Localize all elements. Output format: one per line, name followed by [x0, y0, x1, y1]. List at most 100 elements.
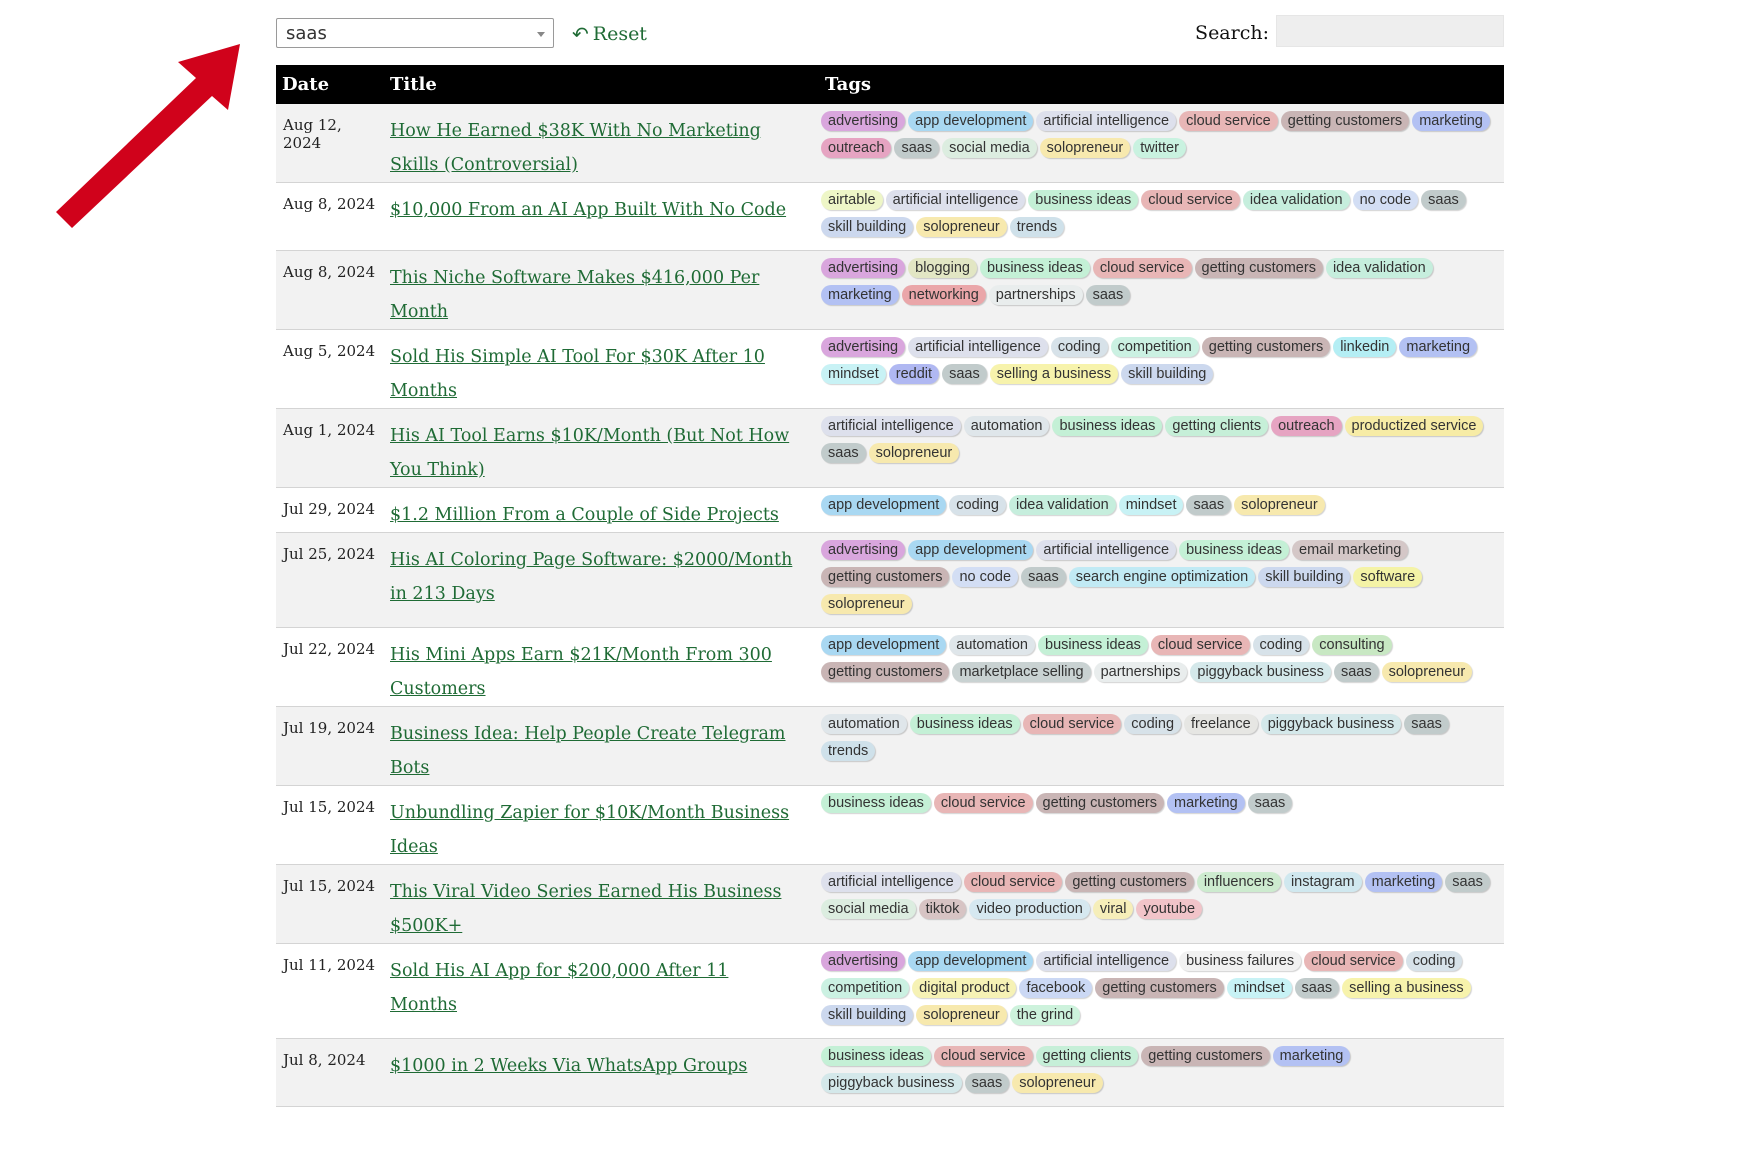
tag-chip[interactable]: idea validation	[1242, 190, 1350, 210]
tag-chip[interactable]: selling a business	[1342, 978, 1471, 998]
tag-chip[interactable]: idea validation	[1008, 495, 1116, 515]
tag-chip[interactable]: partnerships	[988, 285, 1083, 305]
tag-chip[interactable]: mindset	[821, 364, 886, 384]
tag-chip[interactable]: reddit	[888, 364, 940, 384]
tag-chip[interactable]: trends	[1009, 217, 1065, 237]
tag-chip[interactable]: partnerships	[1093, 662, 1188, 682]
tag-chip[interactable]: business ideas	[979, 258, 1090, 278]
tag-chip[interactable]: artificial intelligence	[1036, 111, 1177, 131]
tag-chip[interactable]: cloud service	[1092, 258, 1192, 278]
tag-chip[interactable]: influencers	[1196, 872, 1281, 892]
tag-chip[interactable]: artificial intelligence	[1036, 951, 1177, 971]
tag-chip[interactable]: solopreneur	[916, 217, 1007, 237]
tag-chip[interactable]: social media	[821, 899, 916, 919]
tag-chip[interactable]: tiktok	[918, 899, 967, 919]
row-title-link[interactable]: This Viral Video Series Earned His Busin…	[390, 882, 781, 936]
tag-chip[interactable]: saas	[894, 138, 940, 158]
tag-chip[interactable]: saas	[942, 364, 987, 384]
row-title-link[interactable]: How He Earned $38K With No Marketing Ski…	[390, 121, 761, 175]
tag-chip[interactable]: solopreneur	[868, 443, 960, 463]
tag-chip[interactable]: solopreneur	[1234, 495, 1325, 515]
tag-chip[interactable]: coding	[1050, 337, 1108, 357]
tag-chip[interactable]: piggyback business	[821, 1073, 962, 1093]
tag-chip[interactable]: business ideas	[1038, 635, 1148, 655]
tag-chip[interactable]: piggyback business	[1260, 714, 1402, 734]
tag-chip[interactable]: outreach	[821, 138, 892, 158]
tag-chip[interactable]: no code	[952, 567, 1019, 587]
tag-chip[interactable]: marketing	[1272, 1046, 1351, 1066]
tag-chip[interactable]: airtable	[821, 190, 883, 210]
tag-chip[interactable]: saas	[1294, 978, 1340, 998]
tag-chip[interactable]: app development	[821, 495, 947, 515]
tag-chip[interactable]: cloud service	[1022, 714, 1122, 734]
tag-chip[interactable]: getting customers	[821, 567, 950, 587]
tag-chip[interactable]: marketing	[1399, 337, 1478, 357]
tag-chip[interactable]: email marketing	[1292, 540, 1409, 560]
tag-chip[interactable]: advertising	[821, 951, 906, 971]
tag-chip[interactable]: cloud service	[933, 793, 1033, 813]
tag-chip[interactable]: mindset	[1226, 978, 1292, 998]
row-title-link[interactable]: Sold His AI App for $200,000 After 11 Mo…	[390, 961, 728, 1015]
tag-chip[interactable]: solopreneur	[1012, 1073, 1103, 1093]
tag-chip[interactable]: saas	[1085, 285, 1131, 305]
tag-chip[interactable]: skill building	[821, 217, 914, 237]
tag-chip[interactable]: app development	[908, 111, 1034, 131]
tag-chip[interactable]: artificial intelligence	[821, 416, 961, 436]
tag-chip[interactable]: business ideas	[821, 793, 931, 813]
tag-chip[interactable]: app development	[908, 951, 1034, 971]
tag-chip[interactable]: getting clients	[1035, 1046, 1139, 1066]
tag-chip[interactable]: instagram	[1283, 872, 1362, 892]
tag-chip[interactable]: saas	[1247, 793, 1293, 813]
tag-chip[interactable]: coding	[949, 495, 1006, 515]
tag-chip[interactable]: getting customers	[1194, 258, 1323, 278]
tag-chip[interactable]: viral	[1092, 899, 1134, 919]
tag-chip[interactable]: digital product	[912, 978, 1017, 998]
tag-chip[interactable]: business ideas	[1028, 190, 1139, 210]
tag-chip[interactable]: automation	[821, 714, 907, 734]
tag-chip[interactable]: getting customers	[821, 662, 950, 682]
tag-chip[interactable]: saas	[1404, 714, 1449, 734]
tag-chip[interactable]: skill building	[821, 1005, 914, 1025]
tag-chip[interactable]: artificial intelligence	[885, 190, 1026, 210]
tag-chip[interactable]: no code	[1352, 190, 1419, 210]
tag-chip[interactable]: facebook	[1019, 978, 1093, 998]
tag-chip[interactable]: coding	[1405, 951, 1463, 971]
tag-chip[interactable]: coding	[1124, 714, 1182, 734]
row-title-link[interactable]: Sold His Simple AI Tool For $30K After 1…	[390, 347, 765, 401]
tag-chip[interactable]: social media	[942, 138, 1037, 158]
tag-chip[interactable]: mindset	[1118, 495, 1184, 515]
tag-chip[interactable]: advertising	[821, 540, 906, 560]
tag-chip[interactable]: business ideas	[821, 1046, 931, 1066]
tag-chip[interactable]: idea validation	[1325, 258, 1433, 278]
tag-chip[interactable]: cloud service	[1141, 190, 1240, 210]
search-input[interactable]	[1276, 15, 1504, 47]
tag-chip[interactable]: getting customers	[1035, 793, 1164, 813]
tag-chip[interactable]: solopreneur	[1039, 138, 1131, 158]
tag-chip[interactable]: solopreneur	[1381, 662, 1473, 682]
tag-chip[interactable]: cloud service	[1150, 635, 1250, 655]
tag-chip[interactable]: getting customers	[1095, 978, 1224, 998]
tag-chip[interactable]: artificial intelligence	[821, 872, 961, 892]
tag-chip[interactable]: business failures	[1179, 951, 1302, 971]
tag-chip[interactable]: app development	[908, 540, 1034, 560]
row-title-link[interactable]: Unbundling Zapier for $10K/Month Busines…	[390, 803, 789, 857]
tag-chip[interactable]: competition	[1110, 337, 1199, 357]
tag-chip[interactable]: linkedin	[1333, 337, 1397, 357]
tag-chip[interactable]: advertising	[821, 258, 906, 278]
tag-chip[interactable]: selling a business	[989, 364, 1119, 384]
tag-chip[interactable]: saas	[821, 443, 866, 463]
tag-chip[interactable]: productized service	[1344, 416, 1484, 436]
tag-chip[interactable]: outreach	[1271, 416, 1342, 436]
tag-chip[interactable]: cloud service	[1304, 951, 1403, 971]
tag-chip[interactable]: artificial intelligence	[1036, 540, 1177, 560]
tag-chip[interactable]: trends	[821, 741, 876, 761]
row-title-link[interactable]: $1000 in 2 Weeks Via WhatsApp Groups	[390, 1056, 747, 1076]
tag-chip[interactable]: skill building	[1258, 567, 1351, 587]
tag-chip[interactable]: video production	[969, 899, 1090, 919]
tag-chip[interactable]: the grind	[1009, 1005, 1081, 1025]
row-title-link[interactable]: $1.2 Million From a Couple of Side Proje…	[390, 505, 779, 525]
tag-chip[interactable]: marketing	[821, 285, 899, 305]
reset-button[interactable]: ↶ Reset	[572, 22, 647, 46]
tag-chip[interactable]: getting customers	[1141, 1046, 1270, 1066]
tag-chip[interactable]: networking	[901, 285, 986, 305]
